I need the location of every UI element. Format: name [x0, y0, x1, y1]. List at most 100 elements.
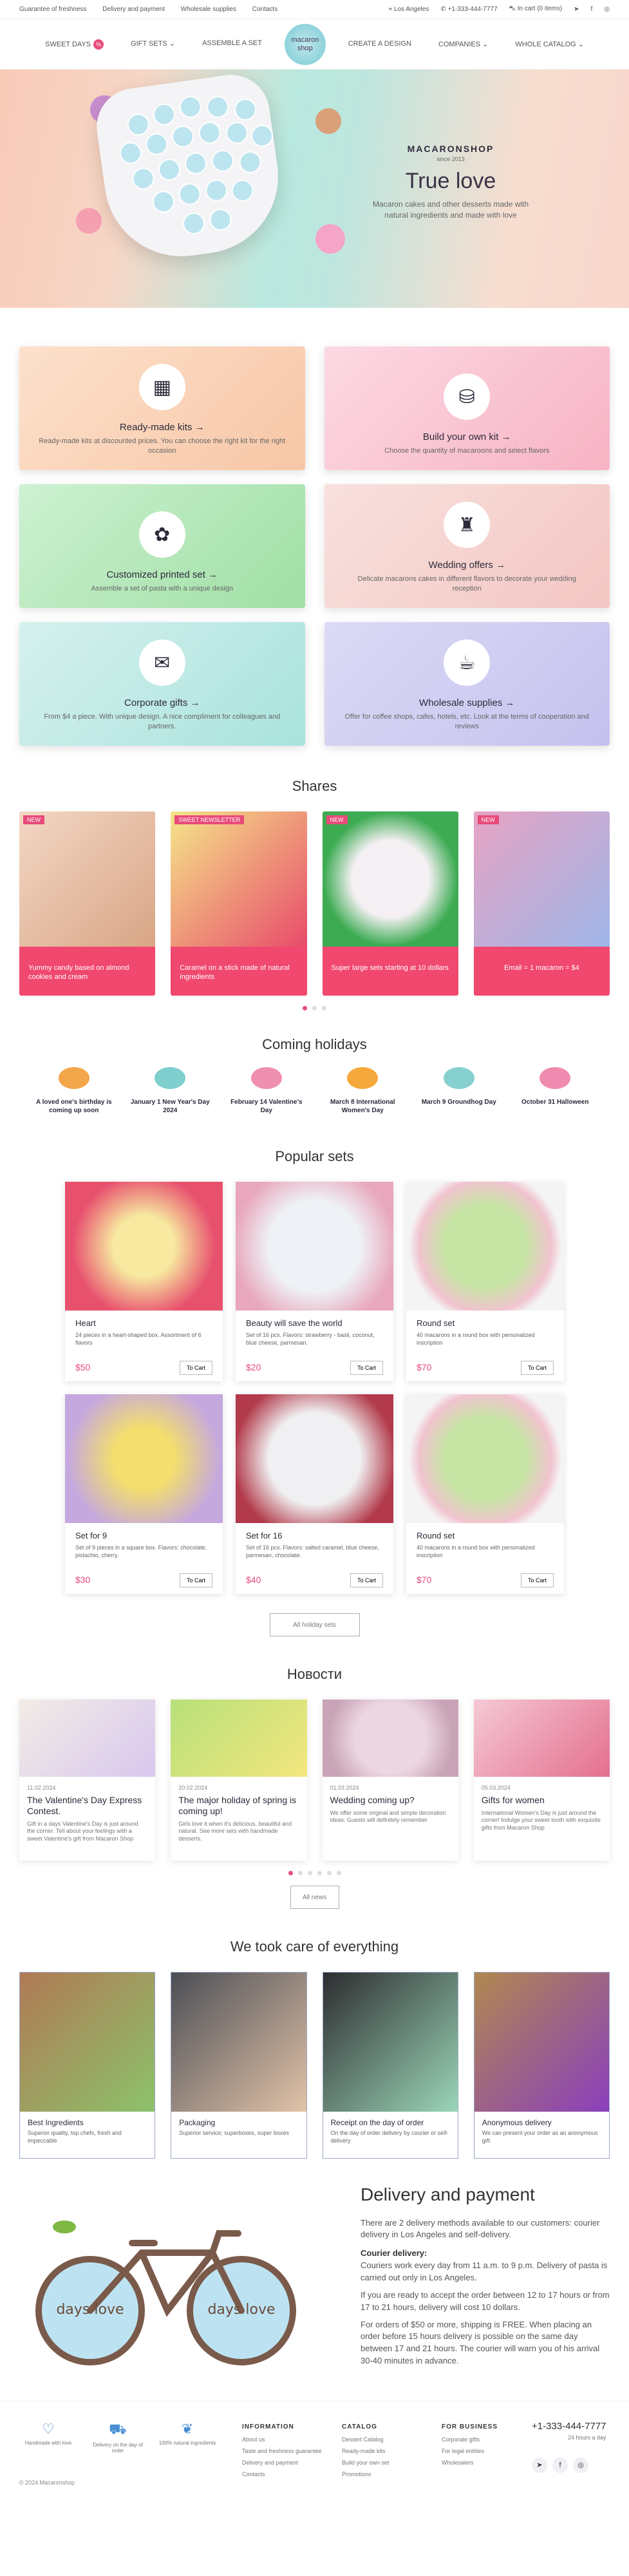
telegram-icon[interactable]: ➤: [532, 2458, 547, 2473]
card-title: Wedding offers →: [428, 560, 505, 571]
news-heading: Wedding coming up?: [330, 1795, 415, 1805]
stack-icon: ⛁: [444, 374, 491, 421]
to-cart-button[interactable]: To Cart: [179, 1573, 212, 1587]
card-wholesale[interactable]: ☕ Wholesale supplies → Offer for coffee sh…: [324, 622, 610, 746]
macaron-decoration: [76, 208, 102, 234]
news-card[interactable]: 11.02.2024 The Valentine's Day Express Co…: [19, 1700, 156, 1861]
topbar-link[interactable]: Delivery and payment: [102, 6, 165, 13]
footer-link[interactable]: Taste and freshness guarantee: [242, 2445, 329, 2457]
nav-companies[interactable]: COMPANIES ⌄: [438, 40, 488, 48]
to-cart-button[interactable]: To Cart: [520, 1361, 554, 1375]
footer-link[interactable]: Ready-made kits: [342, 2445, 429, 2457]
telegram-icon[interactable]: ➤: [574, 6, 579, 13]
holiday-item[interactable]: March 8 International Women's Day: [321, 1067, 404, 1115]
location-selector[interactable]: ⌖ Los Angeles: [388, 6, 429, 13]
footer-link[interactable]: Delivery and payment: [242, 2457, 329, 2468]
carousel-dot[interactable]: [336, 1871, 341, 1875]
card-corporate[interactable]: ✉ Corporate gifts → From $4 a piece. With …: [19, 622, 305, 746]
delivery-paragraph: If you are ready to accept the order bet…: [361, 2289, 610, 2312]
footer-link[interactable]: Contacts: [242, 2468, 329, 2480]
nav-assemble[interactable]: ASSEMBLE A SET: [202, 39, 262, 50]
footer-link[interactable]: Wholesalers: [442, 2457, 519, 2468]
phone-link[interactable]: ✆ +1-333-444-7777: [440, 6, 497, 13]
footer-link[interactable]: Promotions: [342, 2468, 429, 2480]
product-card[interactable]: Round set 40 macarons in a round box with…: [406, 1182, 564, 1381]
news-heading: The major holiday of spring is coming up…: [178, 1795, 297, 1816]
product-card[interactable]: Heart 24 pieces in a heart-shaped box. As…: [65, 1182, 223, 1381]
cart-icon: ⛍: [509, 5, 516, 12]
care-heading: Anonymous delivery: [482, 2118, 552, 2127]
news-list: 11.02.2024 The Valentine's Day Express Co…: [0, 1700, 629, 1861]
share-card[interactable]: NEW Yummy candy based on almond cookies a…: [19, 811, 156, 996]
share-card[interactable]: NEW Email = 1 macaron = $4: [473, 811, 610, 996]
card-build-kit[interactable]: ⛁ Build your own kit → Choose the quantity…: [324, 346, 610, 470]
footer-heading: INFORMATION: [242, 2423, 294, 2430]
facebook-icon[interactable]: f: [590, 6, 592, 13]
holiday-item[interactable]: October 31 Halloween: [513, 1067, 597, 1115]
carousel-dot[interactable]: [303, 1006, 307, 1010]
card-printed-set[interactable]: ✿ Customized printed set → Assemble a set …: [19, 484, 305, 608]
holiday-item[interactable]: February 14 Valentine's Day: [225, 1067, 308, 1115]
share-card[interactable]: NEW Super large sets starting at 10 dolla…: [322, 811, 458, 996]
hero-banner: MACARONSHOP since 2013 True love Macaron…: [0, 70, 629, 308]
all-news-button[interactable]: All news: [290, 1886, 339, 1909]
holiday-item[interactable]: January 1 New Year's Day 2024: [128, 1067, 212, 1115]
news-card[interactable]: 01.03.2024 Wedding coming up? We offer som…: [322, 1700, 458, 1861]
footer-phone[interactable]: +1-333-444-7777: [532, 2421, 606, 2432]
nav-create-design[interactable]: CREATE A DESIGN: [348, 40, 411, 48]
truck-icon: ⛟: [109, 2421, 127, 2437]
nav-label: COMPANIES: [438, 41, 481, 48]
to-cart-button[interactable]: To Cart: [350, 1573, 383, 1587]
product-name: Set for 16: [246, 1531, 283, 1540]
all-sets-button[interactable]: All holiday sets: [269, 1613, 360, 1636]
topbar-link[interactable]: Wholesale supplies: [181, 6, 236, 13]
carousel-dot[interactable]: [312, 1006, 317, 1010]
carousel-dot[interactable]: [322, 1006, 326, 1010]
holiday-item[interactable]: March 9 Groundhog Day: [417, 1067, 501, 1115]
nav-catalog[interactable]: WHOLE CATALOG ⌄: [515, 40, 584, 48]
product-card[interactable]: Set for 16 Set of 16 pcs. Flavors: salted…: [236, 1394, 393, 1594]
product-card[interactable]: Round set 40 macarons in a round box with…: [406, 1394, 564, 1594]
topbar: Guarantee of freshness Delivery and paym…: [0, 0, 629, 19]
facebook-icon[interactable]: f: [552, 2458, 568, 2473]
to-cart-button[interactable]: To Cart: [350, 1361, 383, 1375]
carousel-dot[interactable]: [326, 1871, 332, 1875]
instagram-icon[interactable]: ◎: [573, 2458, 588, 2473]
cart-link[interactable]: ⛍ In cart (0 items): [509, 5, 563, 14]
carousel-dot[interactable]: [297, 1871, 303, 1875]
share-card[interactable]: SWEET NEWSLETTER Caramel on a stick made …: [171, 811, 307, 996]
logo[interactable]: macaron shop: [284, 23, 326, 65]
nav-sweet-days[interactable]: SWEET DAYS%: [45, 39, 104, 50]
courier-label: Courier delivery:: [361, 2248, 427, 2259]
delivery-section: days love days love Delivery and payment…: [0, 2182, 629, 2401]
care-text: Superior quality, top chefs, fresh and i…: [28, 2130, 122, 2144]
news-card[interactable]: 20.02.2024 The major holiday of spring is…: [171, 1700, 307, 1861]
care-heading: Best Ingredients: [28, 2118, 84, 2127]
to-cart-button[interactable]: To Cart: [179, 1361, 212, 1375]
nav-gift-sets[interactable]: GIFT SETS ⌄: [131, 39, 175, 50]
instagram-icon[interactable]: ◎: [604, 6, 610, 13]
share-caption: Caramel on a stick made of natural ingre…: [171, 947, 307, 996]
topbar-link[interactable]: Guarantee of freshness: [19, 6, 87, 13]
macaron-decoration: [315, 108, 341, 134]
card-ready-kits[interactable]: ▦ Ready-made kits → Ready-made kits at dis…: [19, 346, 305, 470]
footer-link[interactable]: For legal entities: [442, 2445, 519, 2457]
carousel-dot[interactable]: [317, 1871, 322, 1875]
bike-text: days love: [56, 2302, 124, 2318]
carousel-dot[interactable]: [288, 1871, 293, 1875]
footer-link[interactable]: Corporate gifts: [442, 2434, 519, 2445]
delivery-paragraph: For orders of $50 or more, shipping is F…: [361, 2319, 600, 2366]
social-links: ➤ f ◎: [532, 2458, 606, 2473]
news-card[interactable]: 05.03.2024 Gifts for women International W…: [473, 1700, 610, 1861]
product-card[interactable]: Beauty will save the world Set of 16 pcs.…: [236, 1182, 393, 1381]
topbar-link[interactable]: Contacts: [252, 6, 277, 13]
carousel-dot[interactable]: [307, 1871, 312, 1875]
footer-link[interactable]: About us: [242, 2434, 329, 2445]
product-card[interactable]: Set for 9 Set of 9 pieces in a square box…: [65, 1394, 223, 1594]
product-desc: 24 pieces in a heart-shaped box. Assortm…: [75, 1332, 202, 1346]
footer-link[interactable]: Build your own set: [342, 2457, 429, 2468]
card-wedding[interactable]: ♜ Wedding offers → Delicate macarons cakes…: [324, 484, 610, 608]
to-cart-button[interactable]: To Cart: [520, 1573, 554, 1587]
holiday-item[interactable]: A loved one's birthday is coming up soon: [32, 1067, 116, 1115]
footer-link[interactable]: Dessert Catalog: [342, 2434, 429, 2445]
